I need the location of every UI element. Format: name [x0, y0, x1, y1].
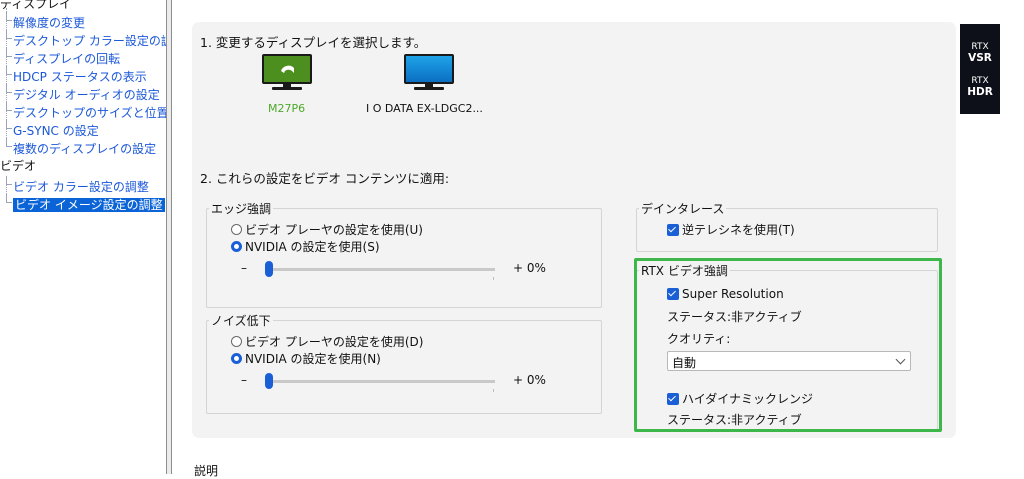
deinterlace-group: デインタレース 逆テレシネを使用(T) — [636, 200, 938, 252]
display-iodata[interactable] — [404, 54, 454, 98]
noise-group-title: ノイズ低下 — [209, 312, 273, 329]
monitor-icon — [262, 54, 312, 84]
radio-selected-icon — [231, 241, 242, 252]
radio-icon — [231, 224, 242, 235]
display-label-m27p6[interactable]: M27P6 — [268, 102, 305, 115]
deinterlace-group-title: デインタレース — [639, 200, 727, 217]
highlight-annotation — [634, 258, 942, 432]
slider-thumb[interactable] — [265, 373, 273, 389]
rtx-hdr-badge: RTX HDR — [967, 76, 993, 98]
navigation-tree: ディスプレイ 解像度の変更 デスクトップ カラー設定の調整 ディスプレイの回転 … — [0, 0, 168, 474]
tree-item-rotate[interactable]: ディスプレイの回転 — [6, 48, 120, 67]
tree-item-video-color[interactable]: ビデオ カラー設定の調整 — [6, 176, 149, 195]
settings-panel: 1. 変更するディスプレイを選択します。 M27P6 I O DATA EX-L… — [192, 22, 956, 438]
noise-value: + 0% — [513, 373, 546, 387]
edge-radio-player[interactable]: ビデオ プレーヤの設定を使用(U) — [231, 221, 423, 238]
tree-category-video[interactable]: ビデオ — [0, 158, 36, 174]
section1-heading: 1. 変更するディスプレイを選択します。 — [200, 35, 427, 50]
display-label-iodata[interactable]: I O DATA EX-LDGC2... — [366, 102, 483, 115]
tree-category-display[interactable]: ディスプレイ — [0, 0, 71, 12]
noise-radio-nvidia[interactable]: NVIDIA の設定を使用(N) — [231, 350, 381, 367]
radio-selected-icon — [231, 353, 242, 364]
rtx-badges: RTX VSR RTX HDR — [960, 24, 1000, 114]
slider-thumb[interactable] — [265, 261, 273, 277]
checkbox-checked-icon — [667, 223, 679, 236]
tree-item-desktop-color[interactable]: デスクトップ カラー設定の調整 — [6, 30, 168, 49]
tree-item-multi-display[interactable]: 複数のディスプレイの設定 — [6, 138, 156, 157]
tree-item-video-image[interactable]: ビデオ イメージ設定の調整 — [6, 194, 165, 213]
description-label: 説明 — [194, 464, 219, 478]
inverse-telecine-checkbox[interactable]: 逆テレシネを使用(T) — [667, 221, 795, 238]
noise-reduction-group: ノイズ低下 ビデオ プレーヤの設定を使用(D) NVIDIA の設定を使用(N)… — [206, 312, 602, 414]
noise-slider[interactable]: – + 0% — [241, 371, 571, 392]
edge-slider[interactable]: – + 0% — [241, 259, 571, 280]
tree-item-gsync[interactable]: G-SYNC の設定 — [6, 120, 99, 139]
rtx-vsr-badge: RTX VSR — [968, 42, 992, 64]
edge-value: + 0% — [513, 261, 546, 275]
edge-enhancement-group: エッジ強調 ビデオ プレーヤの設定を使用(U) NVIDIA の設定を使用(S)… — [206, 200, 602, 308]
pane-splitter[interactable] — [166, 0, 172, 474]
edge-group-title: エッジ強調 — [209, 200, 274, 217]
tree-item-desktop-size[interactable]: デスクトップのサイズと位置の調整 — [6, 102, 168, 121]
radio-icon — [231, 336, 242, 347]
tree-item-hdcp[interactable]: HDCP ステータスの表示 — [6, 66, 147, 85]
nvidia-logo-icon — [281, 65, 294, 73]
display-m27p6[interactable] — [262, 54, 312, 98]
tree-item-resolution[interactable]: 解像度の変更 — [6, 12, 85, 31]
tree-item-digital-audio[interactable]: デジタル オーディオの設定 — [6, 84, 160, 103]
monitor-icon — [404, 54, 454, 84]
edge-radio-nvidia[interactable]: NVIDIA の設定を使用(S) — [231, 238, 380, 255]
noise-radio-player[interactable]: ビデオ プレーヤの設定を使用(D) — [231, 333, 423, 350]
section2-heading: 2. これらの設定をビデオ コンテンツに適用: — [200, 171, 450, 186]
